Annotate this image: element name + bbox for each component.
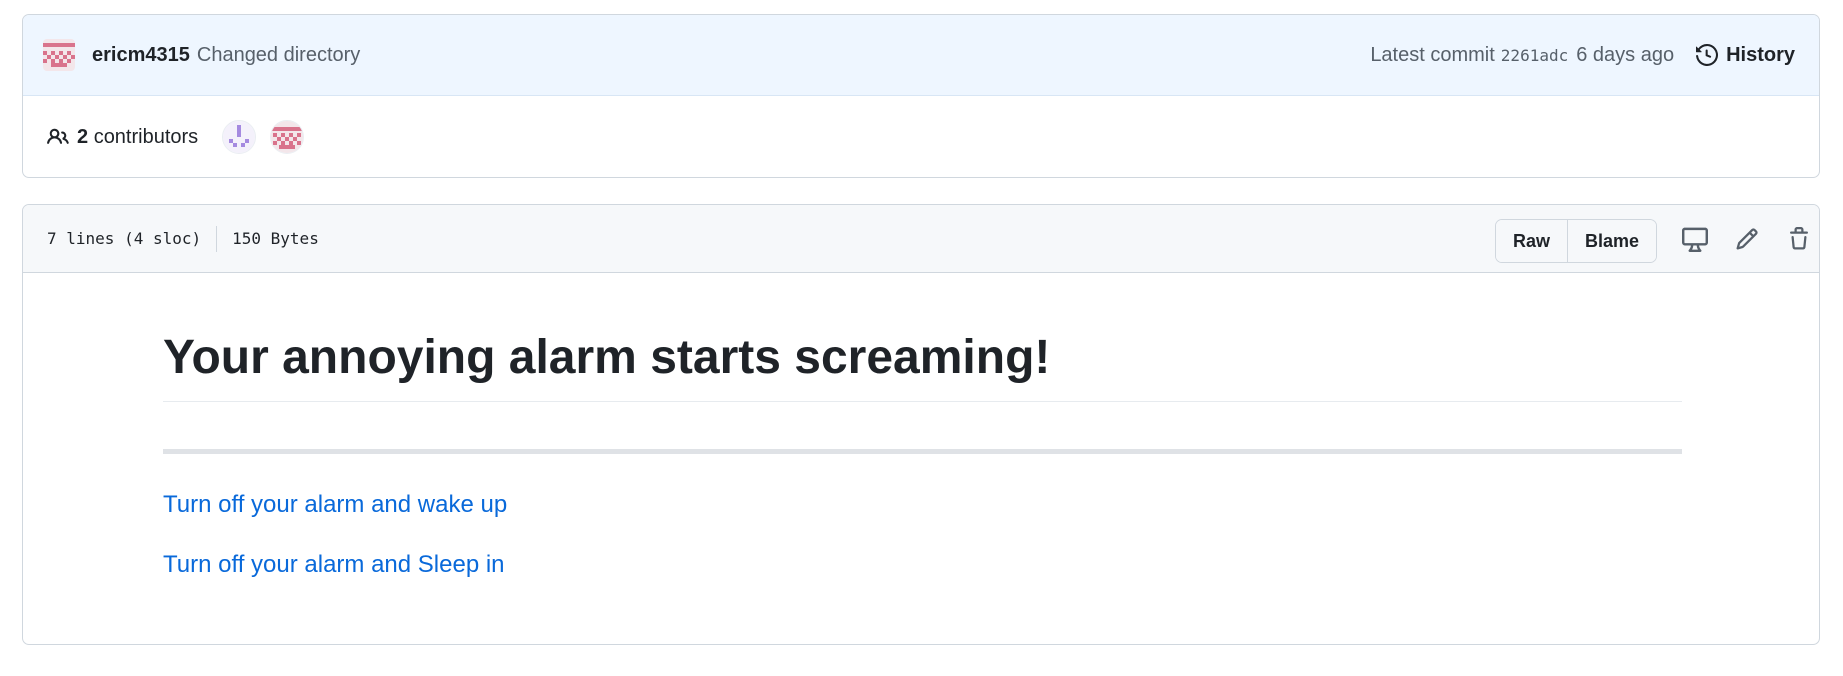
commit-header: ericm4315 Changed directory Latest commi… [23,15,1819,96]
commit-message-link[interactable]: Changed directory [197,44,360,67]
latest-commit-label: Latest commit [1370,43,1495,66]
file-header: 7 lines (4 sloc) 150 Bytes Raw Blame [23,205,1819,273]
file-info-divider [216,225,218,252]
contributor-avatar[interactable] [222,120,257,154]
file-line-count: 7 lines (4 sloc) [47,229,202,248]
link-wake-up[interactable]: Turn off your alarm and wake up [163,491,507,519]
horizontal-rule [163,449,1682,454]
people-icon [47,128,69,144]
markdown-heading: Your annoying alarm starts screaming! [163,329,1682,402]
open-desktop-button[interactable] [1681,225,1709,253]
commit-age: 6 days ago [1576,43,1675,66]
history-icon [1696,44,1719,66]
contributors-link[interactable]: 2 contributors [77,126,198,149]
latest-commit-box: ericm4315 Changed directory Latest commi… [22,14,1820,178]
trash-icon [1790,227,1808,250]
display-icon [1682,227,1708,252]
pencil-icon [1736,228,1758,250]
contributor-avatars [222,120,318,154]
blame-button[interactable]: Blame [1568,220,1656,262]
raw-button[interactable]: Raw [1496,220,1568,262]
contributors-label: contributors [93,125,199,148]
link-sleep-in[interactable]: Turn off your alarm and Sleep in [163,551,505,579]
markdown-body: Your annoying alarm starts screaming! Tu… [23,273,1819,644]
commit-author-link[interactable]: ericm4315 [92,44,190,67]
file-size: 150 Bytes [232,229,319,248]
file-action-button-group: Raw Blame [1495,219,1657,263]
edit-file-button[interactable] [1733,225,1761,253]
history-button[interactable]: History [1696,44,1795,67]
contributors-count: 2 [77,125,89,148]
author-avatar[interactable] [43,39,75,71]
delete-file-button[interactable] [1785,225,1813,253]
contributors-row: 2 contributors [23,96,1819,177]
history-label: History [1726,43,1795,66]
file-view-box: 7 lines (4 sloc) 150 Bytes Raw Blame You… [22,204,1820,645]
contributor-avatar[interactable] [270,120,305,154]
commit-sha-link[interactable]: 2261adc [1501,46,1568,65]
